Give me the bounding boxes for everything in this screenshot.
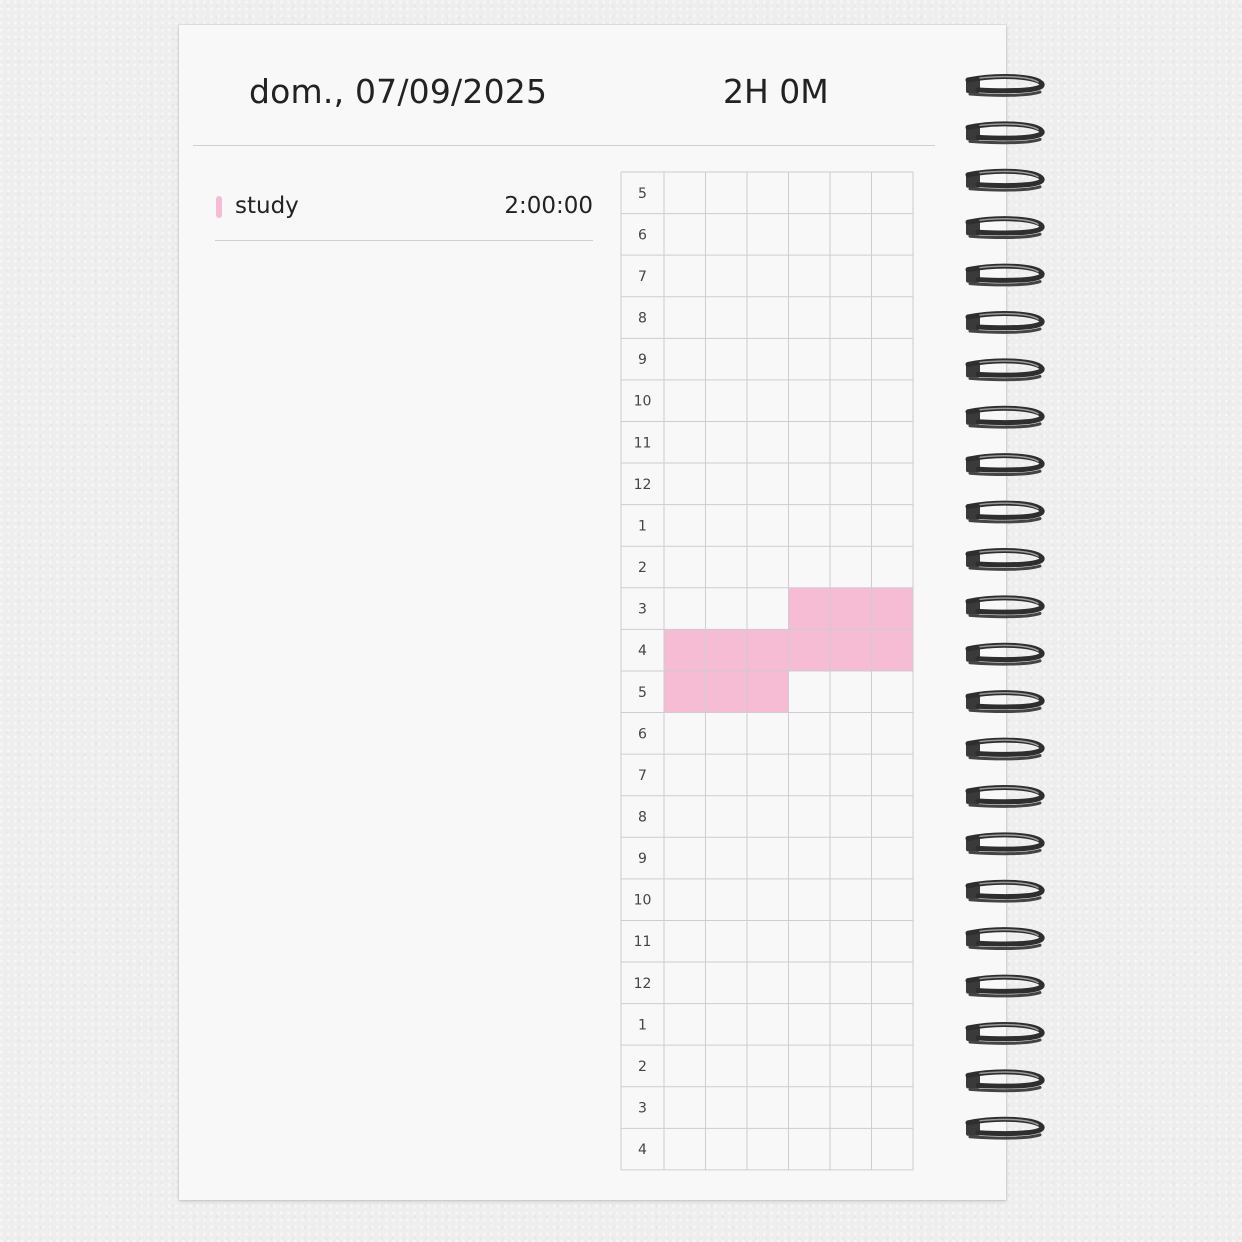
header-divider [193, 145, 935, 146]
page-date: dom., 07/09/2025 [249, 72, 548, 111]
filled-slot[interactable] [788, 587, 831, 630]
binding-ring [965, 358, 1045, 382]
activity-color-swatch [216, 196, 222, 218]
filled-slot[interactable] [747, 629, 789, 671]
activity-duration: 2:00:00 [504, 193, 593, 219]
filled-slot[interactable] [830, 587, 872, 630]
filled-slot[interactable] [747, 670, 789, 713]
total-duration: 2H 0M [723, 72, 829, 111]
filled-slot[interactable] [705, 629, 748, 671]
binding-ring [965, 737, 1045, 761]
hour-label: 10 [634, 394, 652, 410]
binding-ring [965, 974, 1045, 998]
filled-slot[interactable] [830, 629, 872, 671]
hour-label: 3 [638, 1101, 647, 1117]
hour-label: 4 [638, 643, 647, 659]
hour-label: 7 [638, 269, 647, 285]
binding-ring [965, 405, 1045, 429]
binding-ring [965, 1069, 1045, 1093]
binding-ring [965, 453, 1045, 477]
binding-ring [965, 74, 1045, 97]
binding-ring [965, 1022, 1045, 1045]
binding-ring [965, 500, 1045, 524]
hour-label: 8 [638, 809, 647, 825]
timeline-grid[interactable]: 5 6 7 8 9 10 11 12 1 2 3 4 5 6 7 8 9 10 11 12 1 2 3 4 [620, 171, 916, 1173]
binding-ring [965, 642, 1045, 666]
binding-ring [965, 690, 1045, 714]
binding-ring [965, 927, 1045, 951]
hour-label: 1 [638, 1017, 647, 1033]
hour-label: 12 [634, 477, 652, 493]
binding-ring [965, 216, 1045, 240]
hour-label: 8 [638, 311, 647, 327]
hour-label: 7 [638, 768, 647, 784]
hour-label: 4 [638, 1142, 647, 1158]
spiral-binding [958, 68, 1058, 1158]
binding-ring [965, 121, 1045, 145]
hour-label: 9 [638, 352, 647, 368]
journal-page: dom., 07/09/2025 2H 0M study 2:00:00 5 6 7… [179, 25, 1006, 1200]
hour-label: 6 [638, 227, 647, 243]
hour-label: 10 [634, 893, 652, 909]
hour-label: 2 [638, 560, 647, 576]
binding-ring [965, 263, 1045, 287]
activity-name: study [235, 193, 299, 219]
hour-label: 11 [634, 435, 652, 451]
hour-label: 12 [634, 976, 652, 992]
filled-slot[interactable] [705, 670, 748, 713]
filled-slot[interactable] [788, 629, 831, 671]
binding-ring [965, 311, 1045, 334]
hour-label: 9 [638, 851, 647, 867]
binding-ring [965, 1116, 1045, 1140]
hour-label: 2 [638, 1059, 647, 1075]
binding-ring [965, 879, 1045, 903]
activity-row-study[interactable]: study 2:00:00 [215, 189, 593, 241]
binding-ring [965, 832, 1045, 856]
hour-label: 6 [638, 726, 647, 742]
hour-label: 11 [634, 934, 652, 950]
binding-ring [965, 548, 1045, 571]
filled-slot[interactable] [664, 670, 706, 713]
hour-label: 3 [638, 602, 647, 618]
filled-slot[interactable] [871, 629, 914, 671]
hour-label: 5 [638, 685, 647, 701]
binding-ring [965, 595, 1045, 619]
filled-slot[interactable] [664, 629, 706, 671]
binding-ring [965, 168, 1045, 192]
filled-slot[interactable] [871, 587, 914, 630]
hour-label: 1 [638, 518, 647, 534]
hour-label: 5 [638, 186, 647, 202]
binding-ring [965, 785, 1045, 808]
